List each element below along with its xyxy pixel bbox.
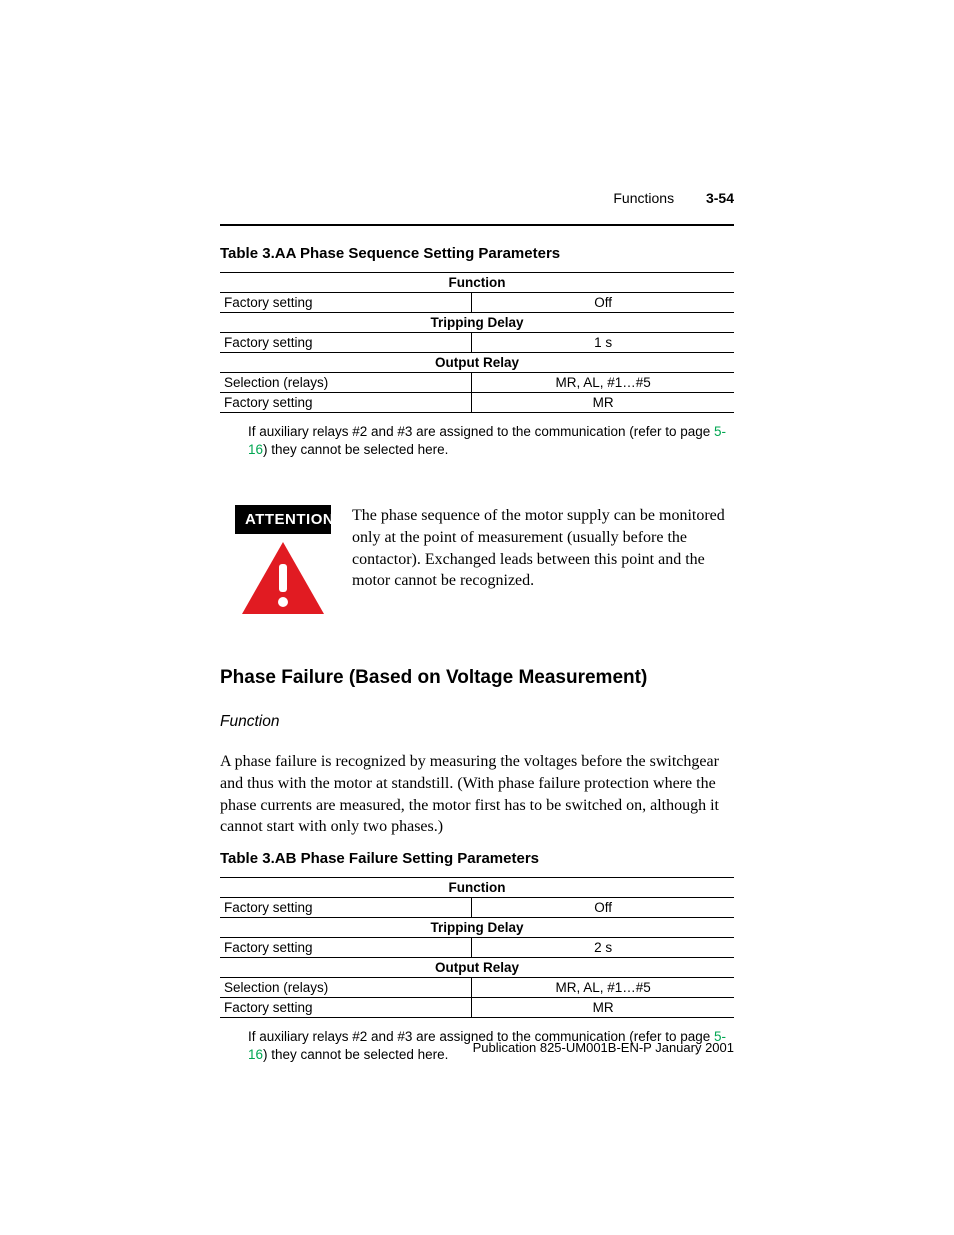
table-aa: Function Factory setting Off Tripping De… <box>220 272 734 413</box>
cell-value: MR, AL, #1…#5 <box>472 373 734 393</box>
table-ab-header-delay: Tripping Delay <box>220 917 734 937</box>
table-aa-header-relay: Output Relay <box>220 353 734 373</box>
table-aa-header-delay: Tripping Delay <box>220 313 734 333</box>
cell-value: MR, AL, #1…#5 <box>472 977 734 997</box>
table-row: Factory setting Off <box>220 293 734 313</box>
content-area: Table 3.AA Phase Sequence Setting Parame… <box>220 245 734 1064</box>
cell-label: Factory setting <box>220 897 472 917</box>
cell-value: 1 s <box>472 333 734 353</box>
header-rule <box>220 224 734 226</box>
table-ab-header-relay: Output Relay <box>220 957 734 977</box>
table-aa-note: If auxiliary relays #2 and #3 are assign… <box>248 423 734 459</box>
table-row: Selection (relays) MR, AL, #1…#5 <box>220 977 734 997</box>
table-ab-title: Table 3.AB Phase Failure Setting Paramet… <box>220 850 734 867</box>
warning-triangle-icon <box>240 540 326 621</box>
table-ab: Function Factory setting Off Tripping De… <box>220 877 734 1018</box>
attention-left: ATTENTION <box>220 505 346 621</box>
table-row: Factory setting MR <box>220 997 734 1017</box>
cell-label: Factory setting <box>220 937 472 957</box>
header-page-number: 3-54 <box>706 190 734 206</box>
function-subheading: Function <box>220 713 734 731</box>
note-text-prefix: If auxiliary relays #2 and #3 are assign… <box>248 424 714 439</box>
attention-badge: ATTENTION <box>235 505 331 534</box>
attention-text: The phase sequence of the motor supply c… <box>346 505 734 621</box>
cell-label: Factory setting <box>220 333 472 353</box>
note-text-suffix: ) they cannot be selected here. <box>263 1047 448 1062</box>
cell-value: Off <box>472 293 734 313</box>
publication-footer: Publication 825-UM001B-EN-P January 2001 <box>473 1040 734 1055</box>
table-row: Factory setting 1 s <box>220 333 734 353</box>
page: Functions 3-54 Table 3.AA Phase Sequence… <box>0 0 954 1235</box>
cell-label: Factory setting <box>220 997 472 1017</box>
phase-failure-heading: Phase Failure (Based on Voltage Measurem… <box>220 667 734 689</box>
table-aa-title: Table 3.AA Phase Sequence Setting Parame… <box>220 245 734 262</box>
cell-value: MR <box>472 997 734 1017</box>
phase-failure-body: A phase failure is recognized by measuri… <box>220 751 734 837</box>
table-row: Factory setting Off <box>220 897 734 917</box>
page-header: Functions 3-54 <box>220 190 734 206</box>
cell-label: Factory setting <box>220 293 472 313</box>
header-section-name: Functions <box>613 190 674 206</box>
cell-label: Selection (relays) <box>220 373 472 393</box>
attention-block: ATTENTION The phase sequence of the moto… <box>220 505 734 621</box>
cell-label: Factory setting <box>220 393 472 413</box>
note-text-suffix: ) they cannot be selected here. <box>263 442 448 457</box>
table-ab-header-function: Function <box>220 877 734 897</box>
table-row: Factory setting 2 s <box>220 937 734 957</box>
cell-value: 2 s <box>472 937 734 957</box>
table-row: Factory setting MR <box>220 393 734 413</box>
cell-label: Selection (relays) <box>220 977 472 997</box>
table-row: Selection (relays) MR, AL, #1…#5 <box>220 373 734 393</box>
table-aa-header-function: Function <box>220 273 734 293</box>
cell-value: Off <box>472 897 734 917</box>
cell-value: MR <box>472 393 734 413</box>
